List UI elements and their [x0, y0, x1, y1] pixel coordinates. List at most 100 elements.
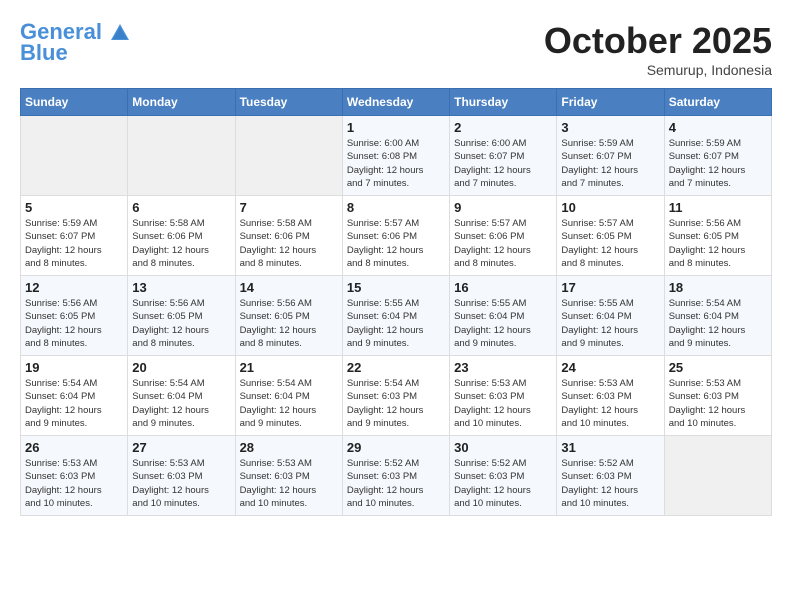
day-number: 25: [669, 360, 767, 375]
weekday-header-thursday: Thursday: [450, 89, 557, 116]
title-block: October 2025 Semurup, Indonesia: [544, 20, 772, 78]
day-info: Sunrise: 5:53 AMSunset: 6:03 PMDaylight:…: [240, 457, 338, 510]
day-number: 4: [669, 120, 767, 135]
day-number: 13: [132, 280, 230, 295]
day-info: Sunrise: 5:58 AMSunset: 6:06 PMDaylight:…: [240, 217, 338, 270]
calendar-cell: 3 Sunrise: 5:59 AMSunset: 6:07 PMDaylight…: [557, 116, 664, 196]
day-info: Sunrise: 5:57 AMSunset: 6:05 PMDaylight:…: [561, 217, 659, 270]
calendar-week-2: 5Sunrise: 5:59 AMSunset: 6:07 PMDaylight…: [21, 196, 772, 276]
calendar-cell: 29Sunrise: 5:52 AMSunset: 6:03 PMDayligh…: [342, 436, 449, 516]
day-number: 9: [454, 200, 552, 215]
calendar-cell: 31Sunrise: 5:52 AMSunset: 6:03 PMDayligh…: [557, 436, 664, 516]
calendar-cell: 10 Sunrise: 5:57 AMSunset: 6:05 PMDayligh…: [557, 196, 664, 276]
day-number: 15: [347, 280, 445, 295]
day-info: Sunrise: 5:56 AMSunset: 6:05 PMDaylight:…: [25, 297, 123, 350]
day-number: 18: [669, 280, 767, 295]
day-number: 19: [25, 360, 123, 375]
calendar-cell: 19 Sunrise: 5:54 AMSunset: 6:04 PMDayligh…: [21, 356, 128, 436]
day-info: Sunrise: 5:52 AMSunset: 6:03 PMDaylight:…: [454, 457, 552, 510]
calendar-cell: 13 Sunrise: 5:56 AMSunset: 6:05 PMDayligh…: [128, 276, 235, 356]
day-number: 22: [347, 360, 445, 375]
calendar-header-row: SundayMondayTuesdayWednesdayThursdayFrid…: [21, 89, 772, 116]
location-subtitle: Semurup, Indonesia: [544, 62, 772, 78]
calendar-cell: 2 Sunrise: 6:00 AMSunset: 6:07 PMDaylight…: [450, 116, 557, 196]
day-info: Sunrise: 5:53 AMSunset: 6:03 PMDaylight:…: [561, 377, 659, 430]
calendar-week-4: 19 Sunrise: 5:54 AMSunset: 6:04 PMDayligh…: [21, 356, 772, 436]
day-info: Sunrise: 6:00 AMSunset: 6:08 PMDaylight:…: [347, 137, 445, 190]
page-header: General Blue October 2025 Semurup, Indon…: [20, 20, 772, 78]
day-info: Sunrise: 5:55 AMSunset: 6:04 PMDaylight:…: [454, 297, 552, 350]
day-number: 12: [25, 280, 123, 295]
calendar-cell: 4 Sunrise: 5:59 AMSunset: 6:07 PMDaylight…: [664, 116, 771, 196]
day-number: 8: [347, 200, 445, 215]
calendar-cell: 5Sunrise: 5:59 AMSunset: 6:07 PMDaylight…: [21, 196, 128, 276]
day-info: Sunrise: 5:56 AMSunset: 6:05 PMDaylight:…: [132, 297, 230, 350]
calendar-cell: 18Sunrise: 5:54 AMSunset: 6:04 PMDayligh…: [664, 276, 771, 356]
weekday-header-wednesday: Wednesday: [342, 89, 449, 116]
day-number: 30: [454, 440, 552, 455]
calendar-cell: 30 Sunrise: 5:52 AMSunset: 6:03 PMDayligh…: [450, 436, 557, 516]
day-number: 27: [132, 440, 230, 455]
day-number: 6: [132, 200, 230, 215]
calendar-cell: 12 Sunrise: 5:56 AMSunset: 6:05 PMDayligh…: [21, 276, 128, 356]
day-number: 3: [561, 120, 659, 135]
calendar-cell: [235, 116, 342, 196]
day-number: 11: [669, 200, 767, 215]
day-info: Sunrise: 5:57 AMSunset: 6:06 PMDaylight:…: [347, 217, 445, 270]
day-number: 5: [25, 200, 123, 215]
day-info: Sunrise: 5:56 AMSunset: 6:05 PMDaylight:…: [669, 217, 767, 270]
day-info: Sunrise: 5:55 AMSunset: 6:04 PMDaylight:…: [347, 297, 445, 350]
day-info: Sunrise: 5:54 AMSunset: 6:03 PMDaylight:…: [347, 377, 445, 430]
day-info: Sunrise: 5:53 AMSunset: 6:03 PMDaylight:…: [669, 377, 767, 430]
day-number: 7: [240, 200, 338, 215]
day-info: Sunrise: 5:53 AMSunset: 6:03 PMDaylight:…: [25, 457, 123, 510]
day-number: 2: [454, 120, 552, 135]
day-info: Sunrise: 5:53 AMSunset: 6:03 PMDaylight:…: [454, 377, 552, 430]
weekday-header-tuesday: Tuesday: [235, 89, 342, 116]
calendar-cell: 22 Sunrise: 5:54 AMSunset: 6:03 PMDayligh…: [342, 356, 449, 436]
calendar-cell: [664, 436, 771, 516]
day-info: Sunrise: 5:57 AMSunset: 6:06 PMDaylight:…: [454, 217, 552, 270]
weekday-header-friday: Friday: [557, 89, 664, 116]
calendar-cell: 27 Sunrise: 5:53 AMSunset: 6:03 PMDayligh…: [128, 436, 235, 516]
day-number: 14: [240, 280, 338, 295]
day-number: 16: [454, 280, 552, 295]
weekday-header-monday: Monday: [128, 89, 235, 116]
calendar-week-5: 26 Sunrise: 5:53 AMSunset: 6:03 PMDayligh…: [21, 436, 772, 516]
calendar-cell: 16 Sunrise: 5:55 AMSunset: 6:04 PMDayligh…: [450, 276, 557, 356]
calendar-cell: 25 Sunrise: 5:53 AMSunset: 6:03 PMDayligh…: [664, 356, 771, 436]
day-number: 21: [240, 360, 338, 375]
day-number: 17: [561, 280, 659, 295]
weekday-header-saturday: Saturday: [664, 89, 771, 116]
weekday-header-sunday: Sunday: [21, 89, 128, 116]
day-info: Sunrise: 5:59 AMSunset: 6:07 PMDaylight:…: [669, 137, 767, 190]
calendar-week-3: 12 Sunrise: 5:56 AMSunset: 6:05 PMDayligh…: [21, 276, 772, 356]
calendar-cell: 15 Sunrise: 5:55 AMSunset: 6:04 PMDayligh…: [342, 276, 449, 356]
day-number: 23: [454, 360, 552, 375]
calendar-cell: 6 Sunrise: 5:58 AMSunset: 6:06 PMDaylight…: [128, 196, 235, 276]
calendar-cell: [21, 116, 128, 196]
day-info: Sunrise: 5:58 AMSunset: 6:06 PMDaylight:…: [132, 217, 230, 270]
calendar-cell: 1 Sunrise: 6:00 AMSunset: 6:08 PMDaylight…: [342, 116, 449, 196]
day-info: Sunrise: 5:54 AMSunset: 6:04 PMDaylight:…: [25, 377, 123, 430]
calendar-cell: 8 Sunrise: 5:57 AMSunset: 6:06 PMDaylight…: [342, 196, 449, 276]
day-number: 31: [561, 440, 659, 455]
day-info: Sunrise: 5:54 AMSunset: 6:04 PMDaylight:…: [240, 377, 338, 430]
calendar-cell: [128, 116, 235, 196]
day-info: Sunrise: 6:00 AMSunset: 6:07 PMDaylight:…: [454, 137, 552, 190]
day-number: 1: [347, 120, 445, 135]
day-number: 26: [25, 440, 123, 455]
day-number: 24: [561, 360, 659, 375]
logo-icon: [109, 22, 131, 44]
month-title: October 2025: [544, 20, 772, 62]
day-number: 10: [561, 200, 659, 215]
day-info: Sunrise: 5:54 AMSunset: 6:04 PMDaylight:…: [132, 377, 230, 430]
calendar-body: 1 Sunrise: 6:00 AMSunset: 6:08 PMDaylight…: [21, 116, 772, 516]
day-info: Sunrise: 5:59 AMSunset: 6:07 PMDaylight:…: [561, 137, 659, 190]
calendar-table: SundayMondayTuesdayWednesdayThursdayFrid…: [20, 88, 772, 516]
day-info: Sunrise: 5:53 AMSunset: 6:03 PMDaylight:…: [132, 457, 230, 510]
calendar-cell: 17Sunrise: 5:55 AMSunset: 6:04 PMDayligh…: [557, 276, 664, 356]
calendar-cell: 26 Sunrise: 5:53 AMSunset: 6:03 PMDayligh…: [21, 436, 128, 516]
calendar-cell: 7 Sunrise: 5:58 AMSunset: 6:06 PMDaylight…: [235, 196, 342, 276]
calendar-cell: 24 Sunrise: 5:53 AMSunset: 6:03 PMDayligh…: [557, 356, 664, 436]
